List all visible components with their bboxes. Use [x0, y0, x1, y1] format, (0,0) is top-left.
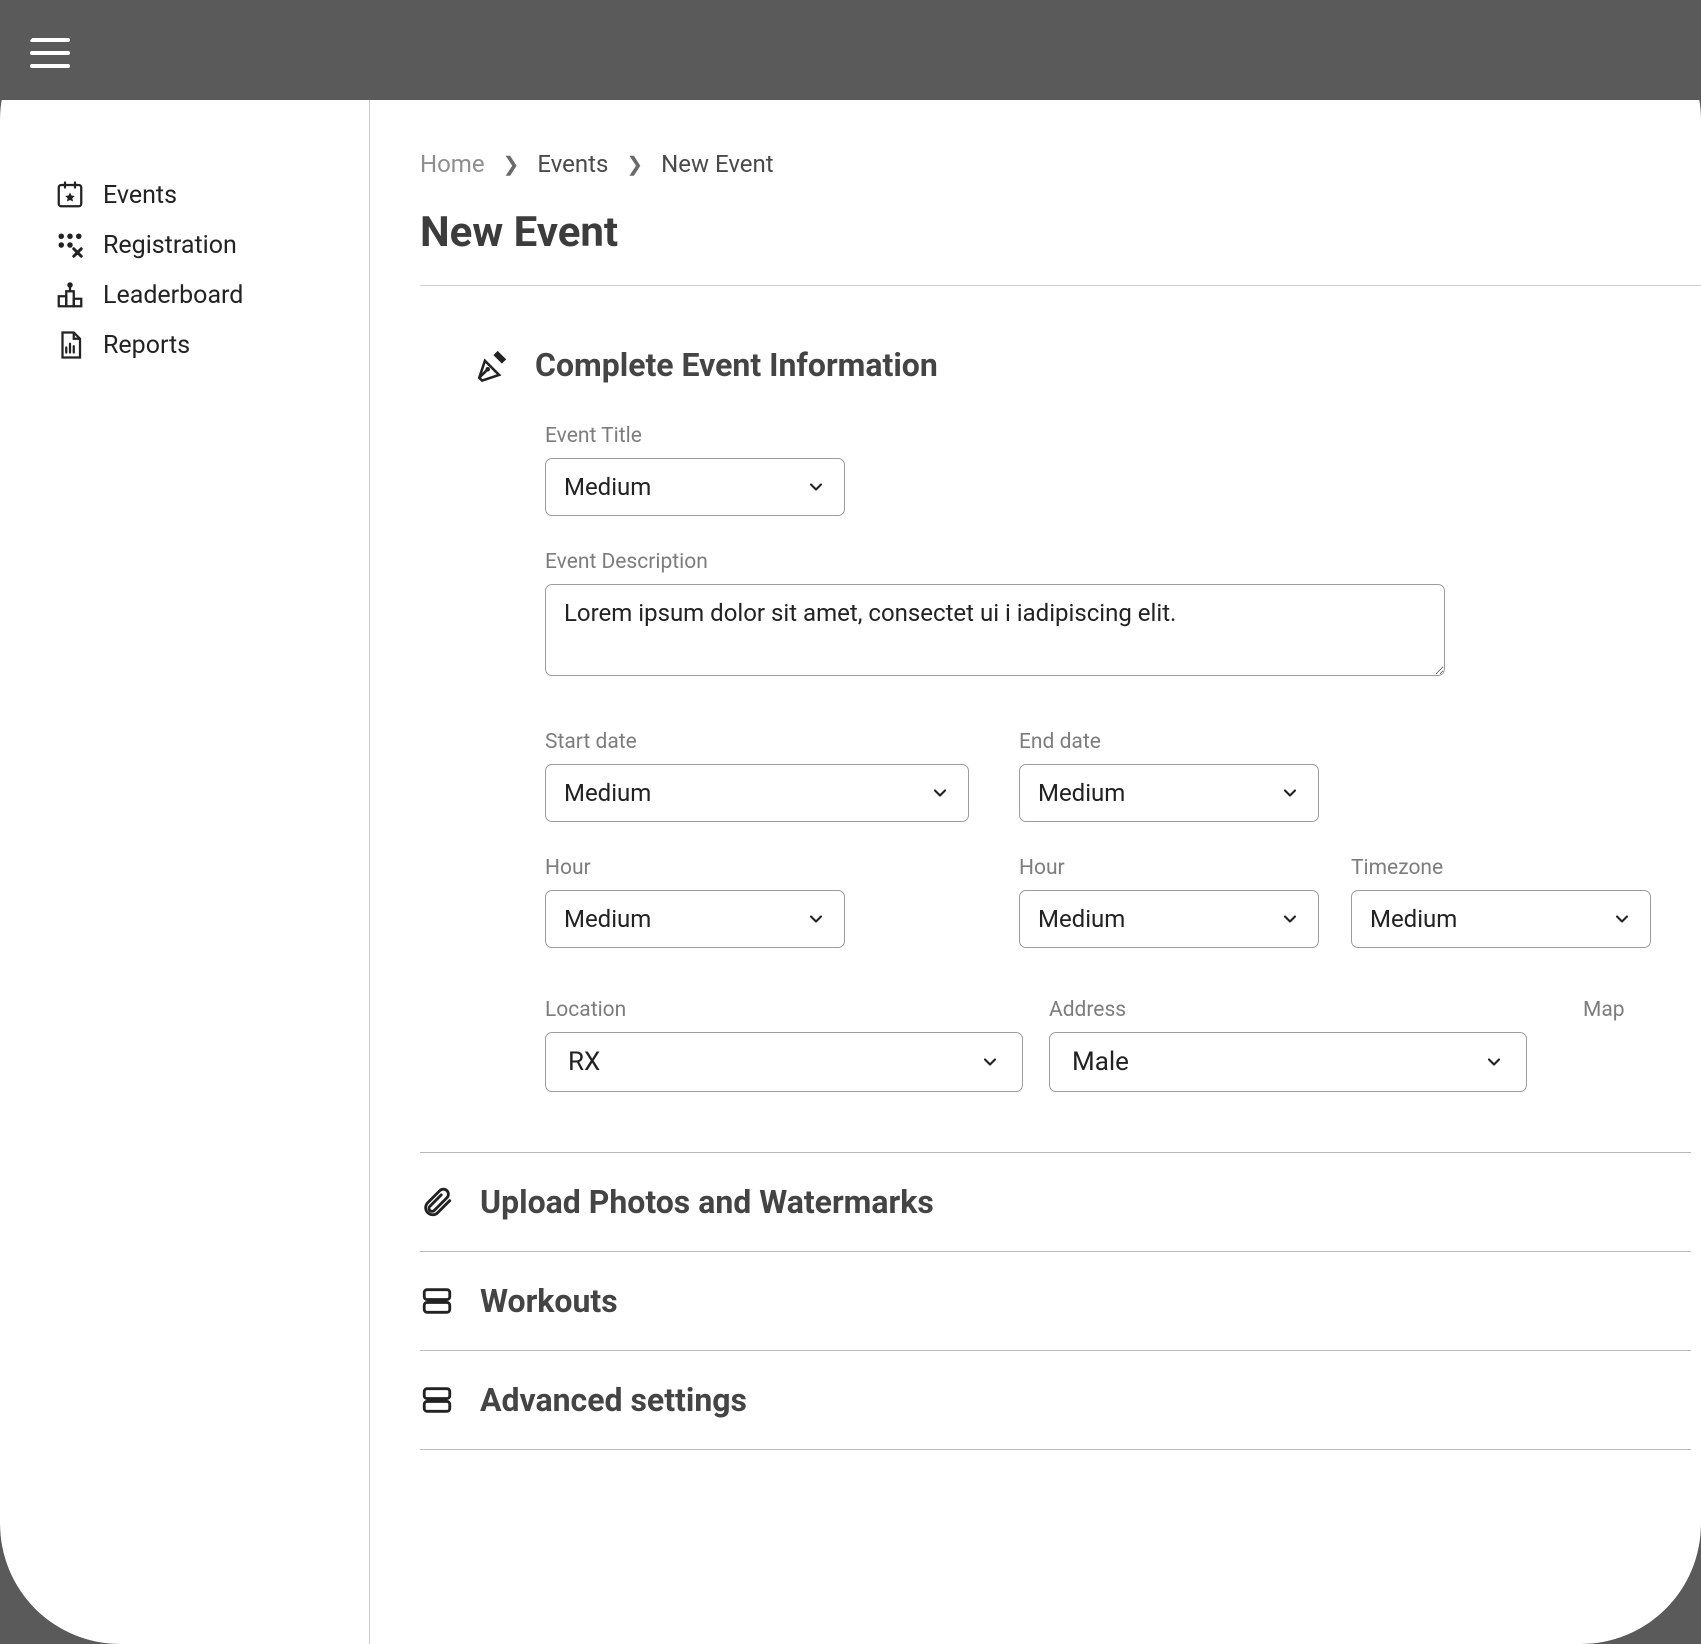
hour-end-select[interactable]: Medium	[1019, 890, 1319, 948]
chevron-right-icon: ❯	[626, 152, 643, 176]
chevron-down-icon	[980, 1050, 1000, 1074]
sidebar-item-label: Events	[103, 181, 177, 210]
topbar	[0, 0, 1701, 100]
breadcrumb-events[interactable]: Events	[537, 150, 608, 178]
app-body: Events Registration Leaderboard	[0, 100, 1701, 1644]
location-label: Location	[545, 998, 1023, 1022]
field-hour-end: Hour Medium	[1019, 856, 1319, 948]
location-select[interactable]: RX	[545, 1032, 1023, 1092]
event-title-label: Event Title	[545, 424, 1701, 448]
location-value: RX	[568, 1047, 600, 1077]
address-value: Male	[1072, 1047, 1129, 1077]
hour1-value: Medium	[564, 905, 651, 933]
hour-start-select[interactable]: Medium	[545, 890, 845, 948]
section-upload-title: Upload Photos and Watermarks	[480, 1183, 934, 1221]
device-frame: Events Registration Leaderboard	[0, 0, 1701, 1644]
address-label: Address	[1049, 998, 1527, 1022]
section-workouts[interactable]: Workouts	[420, 1251, 1691, 1350]
field-end-date: End date Medium	[1019, 730, 1319, 822]
chevron-down-icon	[806, 477, 826, 497]
chevron-down-icon	[1280, 909, 1300, 929]
hour2-value: Medium	[1038, 905, 1125, 933]
end-date-label: End date	[1019, 730, 1319, 754]
field-event-title: Event Title Medium	[545, 424, 1701, 516]
form-content: Complete Event Information Event Title M…	[420, 286, 1701, 1450]
main-content: Home ❯ Events ❯ New Event New Event Comp…	[370, 100, 1701, 1644]
form-fields: Event Title Medium Event Description Sta…	[475, 424, 1701, 1092]
section-advanced[interactable]: Advanced settings	[420, 1350, 1691, 1450]
podium-icon	[55, 280, 85, 310]
breadcrumb: Home ❯ Events ❯ New Event	[420, 150, 1701, 178]
hour1-label: Hour	[545, 856, 845, 880]
event-title-value: Medium	[564, 473, 651, 501]
pen-nib-icon	[475, 348, 509, 382]
timezone-label: Timezone	[1351, 856, 1651, 880]
field-map: Map	[1583, 998, 1625, 1092]
start-date-value: Medium	[564, 779, 651, 807]
hour2-label: Hour	[1019, 856, 1319, 880]
sidebar: Events Registration Leaderboard	[0, 100, 370, 1644]
start-date-label: Start date	[545, 730, 969, 754]
section-upload[interactable]: Upload Photos and Watermarks	[420, 1152, 1691, 1251]
chevron-down-icon	[1484, 1050, 1504, 1074]
section-workouts-title: Workouts	[480, 1282, 618, 1320]
event-desc-label: Event Description	[545, 550, 1701, 574]
sidebar-item-leaderboard[interactable]: Leaderboard	[55, 270, 369, 320]
field-address: Address Male	[1049, 998, 1527, 1092]
end-date-select[interactable]: Medium	[1019, 764, 1319, 822]
attachment-icon	[420, 1185, 454, 1219]
chevron-down-icon	[806, 909, 826, 929]
section-advanced-title: Advanced settings	[480, 1381, 747, 1419]
field-hour-start: Hour Medium	[545, 856, 845, 948]
start-date-select[interactable]: Medium	[545, 764, 969, 822]
sidebar-item-label: Reports	[103, 331, 190, 360]
field-start-date: Start date Medium	[545, 730, 969, 822]
event-desc-textarea[interactable]	[545, 584, 1445, 676]
chevron-down-icon	[930, 783, 950, 803]
map-label: Map	[1583, 998, 1625, 1022]
section-info-title: Complete Event Information	[535, 346, 938, 384]
sidebar-item-label: Registration	[103, 231, 237, 260]
sidebar-item-registration[interactable]: Registration	[55, 220, 369, 270]
sidebar-item-label: Leaderboard	[103, 281, 243, 310]
sidebar-item-reports[interactable]: Reports	[55, 320, 369, 370]
breadcrumb-home[interactable]: Home	[420, 150, 485, 178]
breadcrumb-current: New Event	[661, 150, 773, 178]
server-icon	[420, 1284, 454, 1318]
address-select[interactable]: Male	[1049, 1032, 1527, 1092]
report-icon	[55, 330, 85, 360]
field-timezone: Timezone Medium	[1351, 856, 1651, 948]
chevron-right-icon: ❯	[503, 152, 520, 176]
sidebar-item-events[interactable]: Events	[55, 170, 369, 220]
chevron-down-icon	[1280, 783, 1300, 803]
field-location: Location RX	[545, 998, 1023, 1092]
field-event-description: Event Description	[545, 550, 1701, 680]
page-title: New Event	[420, 208, 1701, 257]
end-date-value: Medium	[1038, 779, 1125, 807]
server-icon	[420, 1383, 454, 1417]
timezone-value: Medium	[1370, 905, 1457, 933]
chevron-down-icon	[1612, 909, 1632, 929]
section-info-head: Complete Event Information	[475, 346, 1701, 384]
timezone-select[interactable]: Medium	[1351, 890, 1651, 948]
registration-icon	[55, 230, 85, 260]
calendar-star-icon	[55, 180, 85, 210]
menu-icon[interactable]	[30, 38, 70, 68]
event-title-select[interactable]: Medium	[545, 458, 845, 516]
